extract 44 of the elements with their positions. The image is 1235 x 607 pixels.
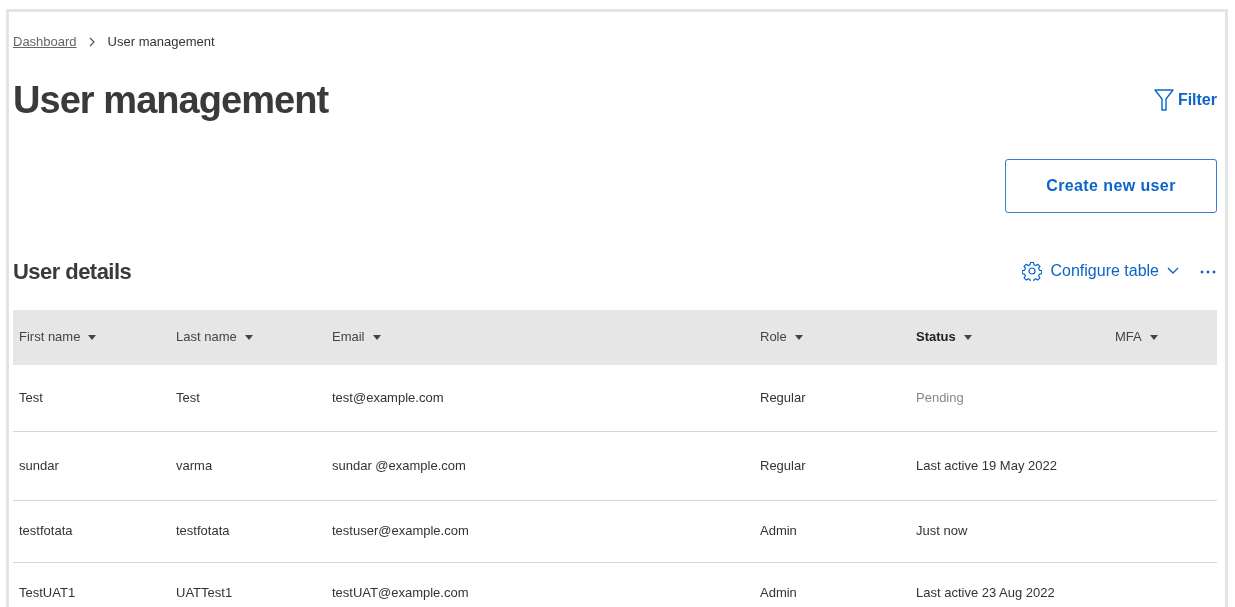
configure-table-button[interactable]: Configure table (1022, 259, 1179, 283)
table-cell-text: sundar @example.com (332, 456, 467, 475)
filter-icon (1153, 89, 1174, 111)
table-cell-text: testfotata (176, 522, 231, 541)
table-cell-text: UATTest1 (176, 584, 234, 603)
table-cell-text: Test (19, 388, 44, 407)
column-header[interactable]: First name (19, 327, 97, 347)
table-cell-text: Admin (760, 522, 798, 541)
sort-caret-icon (372, 334, 381, 340)
more-options-button[interactable]: ⋯ (1199, 257, 1217, 285)
sort-caret-icon (88, 334, 97, 340)
column-header[interactable]: Email (332, 327, 381, 347)
table-cell-text: TestUAT1 (19, 584, 77, 603)
sort-caret-icon (1149, 334, 1158, 340)
table-cell-text: Test (176, 388, 201, 407)
table-cell-text: Last active 23 Aug 2022 (916, 584, 1056, 603)
sort-caret-icon (244, 334, 253, 340)
filter-button[interactable]: Filter (1153, 88, 1217, 112)
sort-caret-icon (794, 334, 803, 340)
table-cell-text: Regular (760, 388, 807, 407)
column-header[interactable]: Status (916, 327, 972, 347)
table-cell-text: Last active 19 May 2022 (916, 456, 1058, 475)
sort-caret-icon (963, 334, 972, 340)
column-header[interactable]: MFA (1115, 327, 1158, 347)
create-new-user-button[interactable]: Create new user (1005, 158, 1217, 213)
breadcrumb-link[interactable]: Dashboard (13, 32, 77, 52)
table-cell-text: Admin (760, 584, 798, 603)
page-title: User management (13, 77, 329, 123)
table-cell-text: varma (176, 456, 214, 475)
table-cell-text: sundar (19, 456, 60, 475)
table-cell-text: Pending (916, 388, 965, 407)
breadcrumb-current: User management (107, 33, 215, 51)
table-cell-text: testuser@example.com (332, 522, 470, 541)
section-title: User details (13, 257, 132, 286)
table-cell-text: testUAT@example.com (332, 584, 470, 603)
settings-icon (1022, 261, 1043, 281)
table-cell-text: Just now (916, 522, 969, 541)
table-cell-text: test@example.com (332, 388, 445, 407)
table-cell-text: Regular (760, 456, 807, 475)
chevron-right-icon (88, 36, 96, 47)
chevron-down-icon (1167, 267, 1179, 275)
column-header[interactable]: Role (760, 327, 803, 347)
column-header[interactable]: Last name (176, 327, 253, 347)
table-cell-text: testfotata (19, 522, 74, 541)
